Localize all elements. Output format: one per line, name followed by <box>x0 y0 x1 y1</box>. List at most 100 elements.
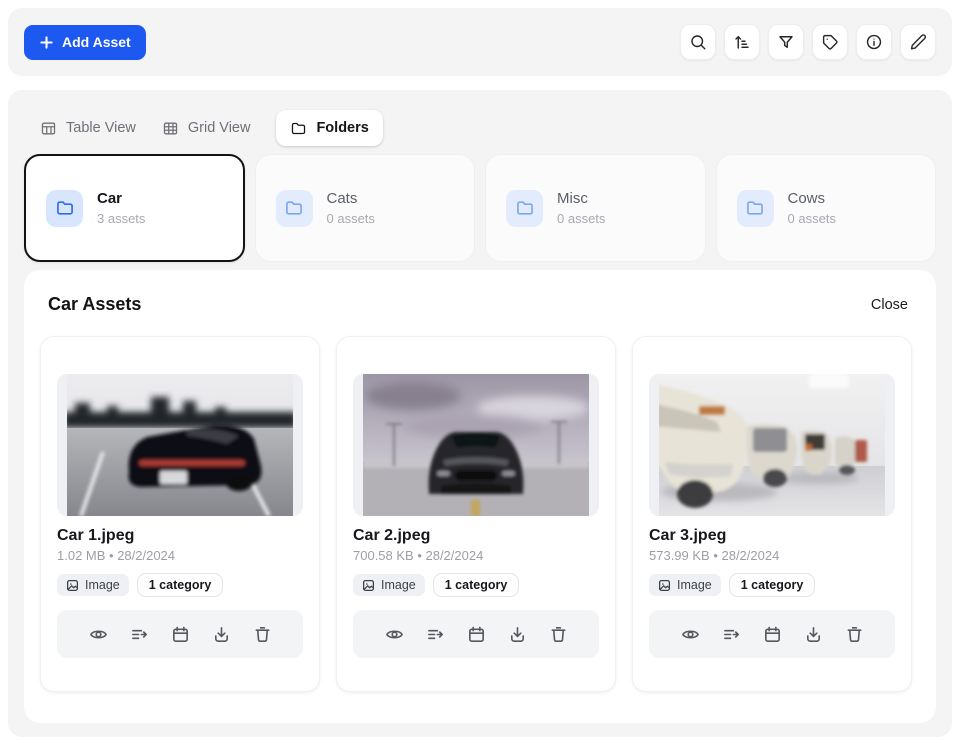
folder-icon <box>284 198 304 218</box>
trash-icon <box>253 625 272 644</box>
calendar-button[interactable] <box>758 620 786 648</box>
assets-panel-header: Car Assets Close <box>24 270 936 315</box>
asset-thumbnail <box>353 374 599 516</box>
download-icon <box>508 625 527 644</box>
download-button[interactable] <box>799 620 827 648</box>
asset-filename: Car 2.jpeg <box>353 527 599 545</box>
tab-label: Table View <box>66 120 136 136</box>
trash-icon <box>845 625 864 644</box>
image-icon <box>362 579 375 592</box>
eye-icon <box>385 625 404 644</box>
calendar-button[interactable] <box>166 620 194 648</box>
image-icon <box>66 579 79 592</box>
folder-icon <box>290 120 307 137</box>
download-button[interactable] <box>503 620 531 648</box>
type-badge: Image <box>353 574 425 596</box>
folder-asset-count: 0 assets <box>327 211 375 226</box>
asset-card-row: Car 1.jpeg 1.02 MB • 28/2/2024 Image 1 c… <box>40 336 912 692</box>
sort-ascending-icon <box>733 33 751 51</box>
folder-name: Cats <box>327 190 375 209</box>
edit-button[interactable] <box>900 24 936 60</box>
folder-name: Car <box>97 190 145 209</box>
folder-icon-box <box>276 190 313 227</box>
category-badge: 1 category <box>137 573 224 597</box>
folder-card-misc[interactable]: Misc 0 assets <box>485 154 706 262</box>
list-forward-icon <box>130 625 149 644</box>
tab-folders[interactable]: Folders <box>276 110 382 146</box>
folder-card-cats[interactable]: Cats 0 assets <box>255 154 476 262</box>
car-1-photo <box>67 374 293 516</box>
asset-card[interactable]: Car 2.jpeg 700.58 KB • 28/2/2024 Image 1… <box>336 336 616 692</box>
folder-asset-count: 3 assets <box>97 211 145 226</box>
folder-icon <box>515 198 535 218</box>
preview-button[interactable] <box>84 620 112 648</box>
info-button[interactable] <box>856 24 892 60</box>
car-2-photo <box>363 374 589 516</box>
tab-grid-view[interactable]: Grid View <box>162 120 251 137</box>
download-button[interactable] <box>207 620 235 648</box>
eye-icon <box>681 625 700 644</box>
asset-card[interactable]: Car 1.jpeg 1.02 MB • 28/2/2024 Image 1 c… <box>40 336 320 692</box>
assets-panel-title: Car Assets <box>48 294 141 315</box>
asset-thumbnail <box>649 374 895 516</box>
badge-row: Image 1 category <box>353 573 599 597</box>
info-icon <box>865 33 883 51</box>
folder-icon <box>55 198 75 218</box>
trash-icon <box>549 625 568 644</box>
grid-icon <box>162 120 179 137</box>
delete-button[interactable] <box>248 620 276 648</box>
table-icon <box>40 120 57 137</box>
preview-button[interactable] <box>676 620 704 648</box>
asset-filename: Car 1.jpeg <box>57 527 303 545</box>
asset-thumbnail <box>57 374 303 516</box>
tab-table-view[interactable]: Table View <box>40 120 136 137</box>
image-icon <box>658 579 671 592</box>
asset-card[interactable]: Car 3.jpeg 573.99 KB • 28/2/2024 Image 1… <box>632 336 912 692</box>
move-to-list-button[interactable] <box>717 620 745 648</box>
car-3-photo <box>659 374 885 516</box>
list-forward-icon <box>426 625 445 644</box>
badge-row: Image 1 category <box>649 573 895 597</box>
type-badge-label: Image <box>677 578 712 592</box>
toolbar-icon-group <box>680 24 936 60</box>
asset-action-bar <box>353 610 599 658</box>
filter-button[interactable] <box>768 24 804 60</box>
asset-meta: 700.58 KB • 28/2/2024 <box>353 548 599 563</box>
list-forward-icon <box>722 625 741 644</box>
add-asset-button[interactable]: Add Asset <box>24 25 146 60</box>
asset-meta: 573.99 KB • 28/2/2024 <box>649 548 895 563</box>
folder-asset-count: 0 assets <box>557 211 605 226</box>
category-badge: 1 category <box>433 573 520 597</box>
folder-name: Cows <box>788 190 836 209</box>
folder-asset-count: 0 assets <box>788 211 836 226</box>
delete-button[interactable] <box>544 620 572 648</box>
move-to-list-button[interactable] <box>125 620 153 648</box>
view-tabs: Table View Grid View Folders <box>40 110 383 146</box>
tag-button[interactable] <box>812 24 848 60</box>
tag-icon <box>821 33 839 51</box>
folder-icon-box <box>506 190 543 227</box>
tab-label: Folders <box>316 120 368 136</box>
folder-grid: Car 3 assets Cats 0 assets Misc 0 assets <box>24 154 936 262</box>
main-panel: Table View Grid View Folders Car 3 asset… <box>8 90 952 737</box>
move-to-list-button[interactable] <box>421 620 449 648</box>
type-badge: Image <box>649 574 721 596</box>
folder-icon-box <box>46 190 83 227</box>
car-assets-panel: Car Assets Close <box>24 270 936 723</box>
plus-icon <box>39 35 54 50</box>
tab-label: Grid View <box>188 120 251 136</box>
close-button[interactable]: Close <box>871 297 908 313</box>
sort-button[interactable] <box>724 24 760 60</box>
delete-button[interactable] <box>840 620 868 648</box>
preview-button[interactable] <box>380 620 408 648</box>
calendar-button[interactable] <box>462 620 490 648</box>
type-badge-label: Image <box>85 578 120 592</box>
download-icon <box>212 625 231 644</box>
download-icon <box>804 625 823 644</box>
filter-icon <box>777 33 795 51</box>
asset-filename: Car 3.jpeg <box>649 527 895 545</box>
add-asset-label: Add Asset <box>62 34 131 50</box>
folder-card-car[interactable]: Car 3 assets <box>24 154 245 262</box>
search-button[interactable] <box>680 24 716 60</box>
folder-card-cows[interactable]: Cows 0 assets <box>716 154 937 262</box>
